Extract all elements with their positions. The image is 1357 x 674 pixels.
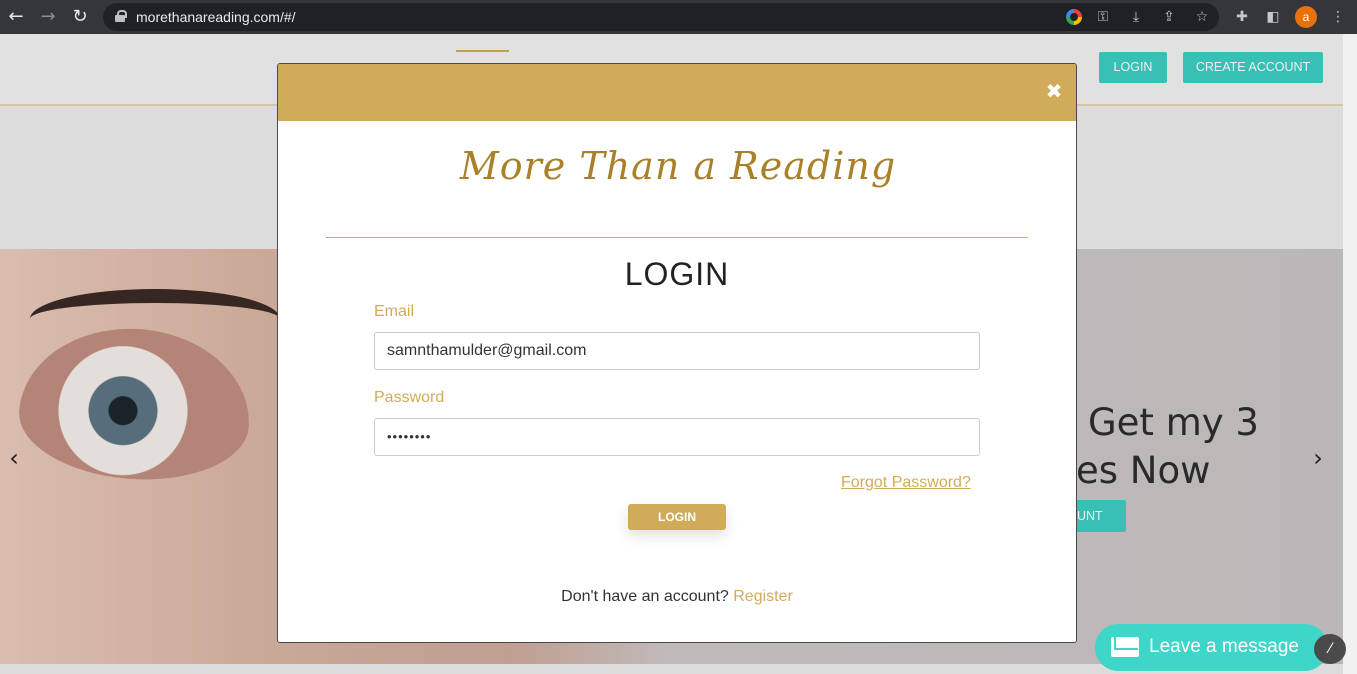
register-prompt: Don't have an account? Register [278, 588, 1076, 606]
extensions-puzzle-icon[interactable]: ✚ [1233, 8, 1251, 26]
google-icon[interactable] [1066, 9, 1082, 25]
browser-toolbar: ← → ↻ morethanareading.com/#/ ⚿ ⤓ ⇪ ☆ ✚ … [0, 0, 1357, 34]
modal-title: LOGIN [624, 256, 730, 292]
share-icon[interactable]: ⇪ [1160, 8, 1178, 26]
back-arrow-icon[interactable]: ← [4, 5, 28, 29]
page-scrollbar[interactable] [1343, 34, 1357, 674]
login-button[interactable]: LOGIN [628, 504, 726, 530]
install-icon[interactable]: ⤓ [1127, 8, 1145, 26]
reload-icon[interactable]: ↻ [68, 5, 92, 29]
address-bar[interactable]: morethanareading.com/#/ ⚿ ⤓ ⇪ ☆ [103, 3, 1219, 31]
forward-arrow-icon[interactable]: → [36, 5, 60, 29]
login-modal: ✖ More Than a Reading LOGIN Email samnth… [277, 63, 1077, 643]
forgot-password-link[interactable]: Forgot Password? [841, 474, 971, 492]
register-link[interactable]: Register [733, 588, 793, 605]
envelope-icon [1111, 637, 1139, 657]
key-icon[interactable]: ⚿ [1094, 8, 1112, 26]
profile-avatar[interactable]: a [1295, 6, 1317, 28]
email-field[interactable]: samnthamulder@gmail.com [374, 332, 980, 370]
browser-menu-icon[interactable]: ⋮ [1329, 8, 1347, 26]
email-label: Email [374, 303, 415, 320]
password-label: Password [374, 389, 445, 406]
bookmark-star-icon[interactable]: ☆ [1193, 8, 1211, 26]
leave-message-label: Leave a message [1149, 636, 1299, 657]
side-panel-icon[interactable]: ◧ [1264, 8, 1282, 26]
magic-wand-icon[interactable]: ⁄ [1314, 634, 1346, 664]
no-account-text: Don't have an account? [561, 588, 729, 605]
leave-message-button[interactable]: Leave a message [1095, 624, 1328, 671]
logo-divider [326, 237, 1028, 238]
brand-logo: More Than a Reading [458, 130, 898, 220]
modal-header: ✖ [278, 64, 1076, 121]
lock-icon[interactable] [115, 10, 127, 22]
close-icon[interactable]: ✖ [1043, 80, 1065, 102]
brand-logo-text: More Than a Reading [459, 144, 897, 188]
url-text[interactable]: morethanareading.com/#/ [136, 9, 296, 25]
password-field[interactable]: •••••••• [374, 418, 980, 456]
